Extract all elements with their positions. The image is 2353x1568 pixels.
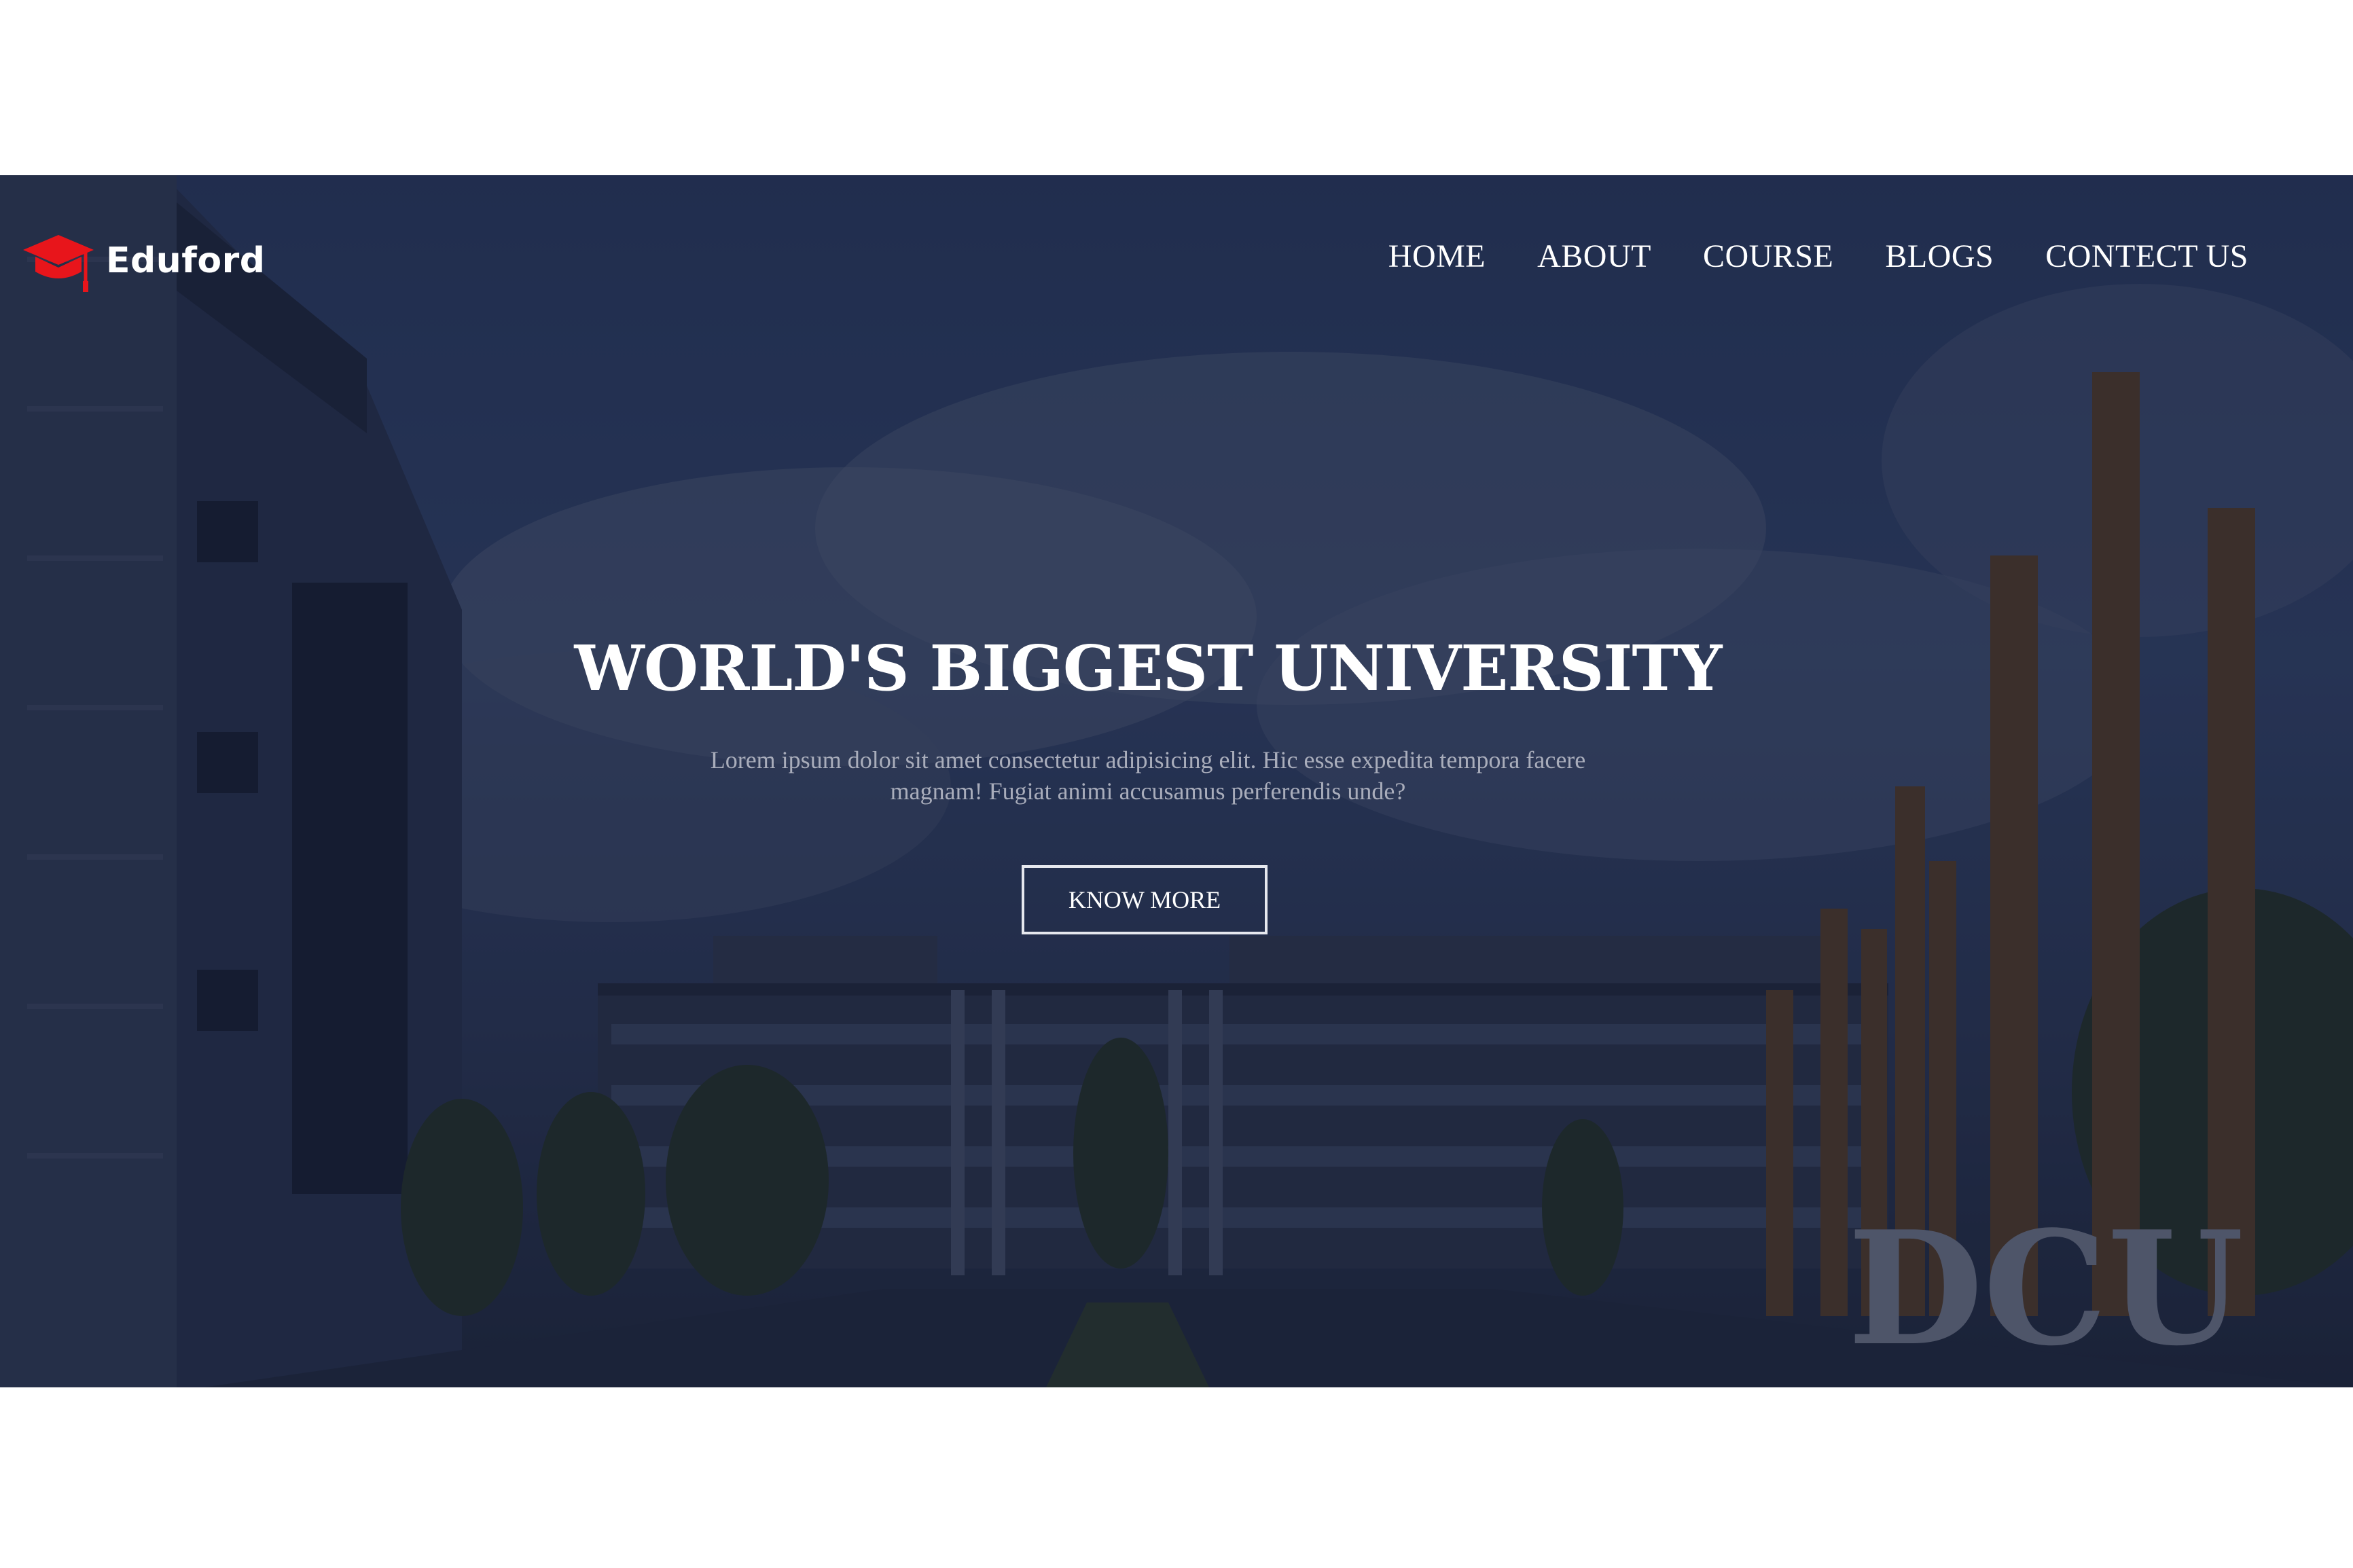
page: DCU Eduford HOME ABOUT COURSE BLOGS CONT… (0, 0, 2353, 1568)
nav-item-about[interactable]: ABOUT (1537, 238, 1651, 275)
nav-item-home[interactable]: HOME (1388, 238, 1486, 275)
main-nav: HOME ABOUT COURSE BLOGS CONTECT US (1388, 238, 2248, 275)
nav-item-blogs[interactable]: BLOGS (1885, 238, 1994, 275)
hero-section: DCU Eduford HOME ABOUT COURSE BLOGS CONT… (0, 175, 2353, 1387)
know-more-button[interactable]: KNOW MORE (1022, 865, 1268, 934)
graduation-cap-icon (20, 228, 96, 293)
nav-item-contact-us[interactable]: CONTECT US (2045, 238, 2248, 275)
brand-logo[interactable]: Eduford (20, 228, 265, 293)
brand-name: Eduford (106, 240, 266, 281)
nav-item-course[interactable]: COURSE (1703, 238, 1833, 275)
hero-headline: WORLD'S BIGGEST UNIVERSITY (574, 632, 1723, 705)
hero-description: Lorem ipsum dolor sit amet consectetur a… (710, 746, 1586, 805)
